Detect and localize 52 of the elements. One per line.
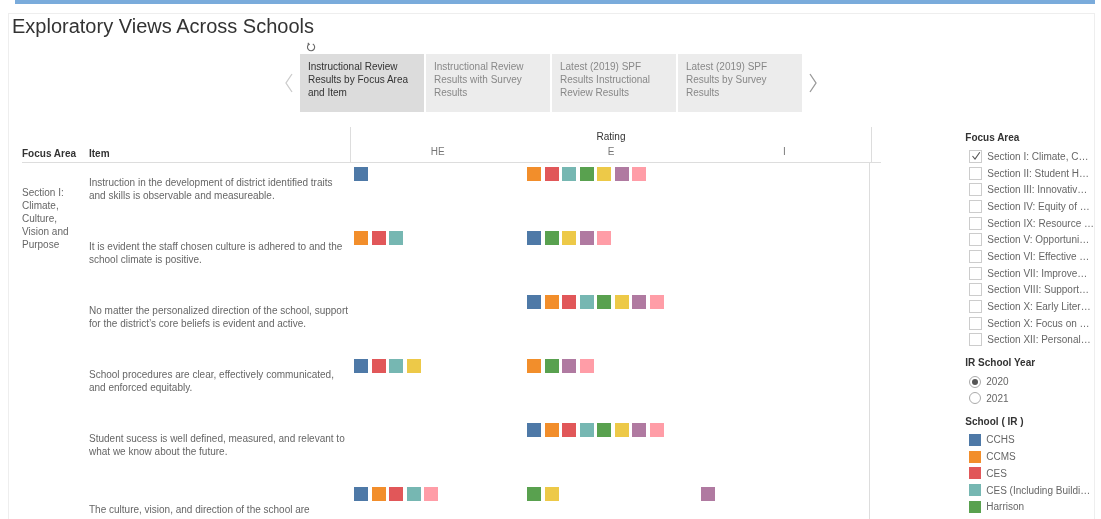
checkbox[interactable] xyxy=(969,266,983,280)
item-text: School procedures are clear, effectively communicated, and enforced equitably. xyxy=(89,368,335,394)
tab[interactable]: Latest (2019) SPF Results by Survey Results xyxy=(678,54,802,112)
filter-option[interactable]: Section X: Early Liter… xyxy=(987,301,1091,313)
item-text: No matter the personalized direction of the school, support for the district’s core beliefs is evident and active. xyxy=(89,304,350,330)
checkbox[interactable] xyxy=(969,249,983,263)
filter-option[interactable]: Section V: Opportuni… xyxy=(987,234,1090,246)
checkbox[interactable] xyxy=(969,300,983,314)
column-header: Focus Area xyxy=(22,148,77,159)
checkbox[interactable] xyxy=(969,216,983,230)
filter-option[interactable]: Section IV: Equity of … xyxy=(987,200,1090,212)
filter-option[interactable]: Section VI: Effective … xyxy=(987,250,1090,262)
filter-title: Focus Area xyxy=(965,132,1021,145)
tab[interactable]: Instructional Review Results by Focus Area and Item xyxy=(300,54,424,112)
item-text: It is evident the staff chosen culture is adhered to and the school climate is positive. xyxy=(89,240,344,266)
checkbox[interactable] xyxy=(969,283,983,297)
filter-option[interactable]: 2020 xyxy=(986,376,1009,388)
item-text: The culture, vision, and direction of the school are xyxy=(89,502,310,516)
filter-option[interactable]: Section X: Focus on … xyxy=(987,317,1090,329)
checkbox[interactable] xyxy=(969,316,983,330)
item-text: Student sucess is well defined, measured, and relevant to what we know about the future. xyxy=(89,432,346,458)
revert-icon[interactable] xyxy=(306,42,316,52)
legend-label: CES (Including Buildi… xyxy=(986,484,1091,496)
filter-option[interactable]: Section I: Climate, C… xyxy=(987,150,1089,162)
page-title: Exploratory Views Across Schools xyxy=(11,14,315,38)
legend-label: CES xyxy=(986,467,1007,479)
filter-option[interactable]: Section XII: Personal… xyxy=(987,334,1091,346)
checkbox[interactable] xyxy=(969,333,983,347)
legend-label: Harrison xyxy=(986,501,1025,513)
column-header: Item xyxy=(89,148,110,159)
filter-title: IR School Year xyxy=(965,357,1037,371)
filter-option[interactable]: 2021 xyxy=(986,392,1009,404)
filter-option[interactable]: Section IX: Resource … xyxy=(987,217,1094,229)
axis-title: Rating xyxy=(596,131,626,142)
item-text: Instruction in the development of district identified traits and skills is observable and measureable. xyxy=(89,176,334,202)
checkbox[interactable] xyxy=(969,166,983,180)
filter-option[interactable]: Section VIII: Support… xyxy=(987,284,1089,296)
filter-option[interactable]: Section III: Innovativ… xyxy=(987,184,1088,196)
checkbox[interactable] xyxy=(969,199,983,213)
rating-label: E xyxy=(607,146,615,157)
checkbox[interactable] xyxy=(969,183,983,197)
focus-area-text: Section I: Climate, Culture, Vision and Purpose xyxy=(22,186,70,251)
checkbox[interactable] xyxy=(969,149,983,163)
legend-title: School ( IR ) xyxy=(965,415,1025,429)
tab[interactable]: Latest (2019) SPF Results Instructional Review Results xyxy=(552,54,676,112)
rating-label: I xyxy=(782,146,786,157)
rating-label: HE xyxy=(430,146,445,157)
checkbox[interactable] xyxy=(969,233,983,247)
filter-option[interactable]: Section II: Student H… xyxy=(987,167,1089,179)
filter-option[interactable]: Section VII: Improve… xyxy=(987,267,1088,279)
legend-label: CCHS xyxy=(986,434,1015,446)
legend-label: CCMS xyxy=(986,451,1016,463)
